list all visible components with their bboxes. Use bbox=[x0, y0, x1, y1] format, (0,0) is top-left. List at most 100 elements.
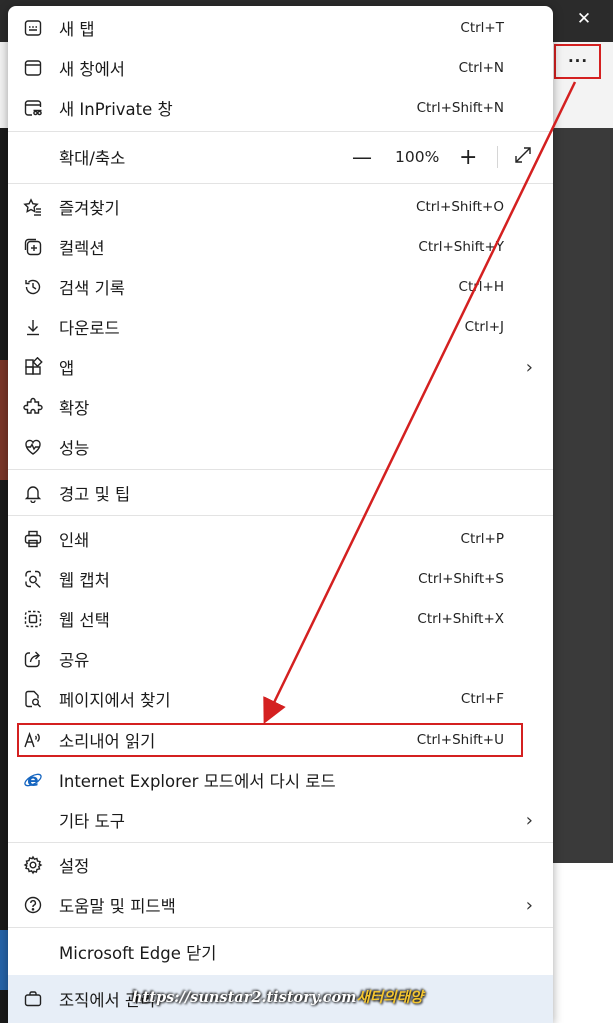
collections-icon bbox=[22, 236, 44, 258]
chevron-right-icon: › bbox=[525, 356, 533, 378]
gear-icon bbox=[22, 854, 44, 876]
chevron-right-icon: › bbox=[525, 809, 533, 831]
menu-item-label: 즐겨찾기 bbox=[59, 199, 120, 218]
extensions-icon bbox=[22, 396, 44, 418]
menu-item-shortcut: Ctrl+Shift+Y bbox=[418, 239, 504, 255]
page-background-lower bbox=[553, 863, 613, 1023]
menu-item-label: 인쇄 bbox=[59, 531, 90, 550]
settings-menu: 새 탭 Ctrl+T 새 창에서 Ctrl+N 새 InPrivate 창 Ct… bbox=[8, 6, 553, 1023]
zoom-level: 100% bbox=[395, 148, 440, 166]
menu-divider bbox=[8, 842, 553, 843]
menu-divider bbox=[8, 469, 553, 470]
web-select-icon bbox=[22, 608, 44, 630]
menu-item-extensions[interactable]: 확장 bbox=[8, 387, 553, 427]
menu-item-label: Internet Explorer 모드에서 다시 로드 bbox=[59, 772, 336, 791]
menu-item-label: 경고 및 팁 bbox=[59, 485, 131, 504]
menu-item-close-edge[interactable]: Microsoft Edge 닫기 bbox=[8, 932, 553, 972]
share-icon bbox=[22, 648, 44, 670]
menu-item-label: Microsoft Edge 닫기 bbox=[59, 944, 217, 963]
menu-item-label: 새 창에서 bbox=[59, 60, 125, 79]
menu-item-label: 페이지에서 찾기 bbox=[59, 691, 171, 710]
menu-item-ie-mode-reload[interactable]: e Internet Explorer 모드에서 다시 로드 bbox=[8, 760, 553, 800]
menu-item-favorites[interactable]: 즐겨찾기 Ctrl+Shift+O bbox=[8, 187, 553, 227]
menu-item-downloads[interactable]: 다운로드 Ctrl+J bbox=[8, 307, 553, 347]
favorites-icon bbox=[22, 196, 44, 218]
menu-item-new-tab[interactable]: 새 탭 Ctrl+T bbox=[8, 8, 553, 48]
web-capture-icon bbox=[22, 568, 44, 590]
watermark-name: 새터의태양 bbox=[356, 989, 424, 1006]
menu-item-new-window[interactable]: 새 창에서 Ctrl+N bbox=[8, 48, 553, 88]
page-background bbox=[553, 128, 613, 863]
menu-item-collections[interactable]: 컬렉션 Ctrl+Shift+Y bbox=[8, 227, 553, 267]
new-window-icon bbox=[22, 57, 44, 79]
menu-divider bbox=[8, 183, 553, 184]
menu-item-find-on-page[interactable]: 페이지에서 찾기 Ctrl+F bbox=[8, 679, 553, 719]
watermark: https://sunstar2.tistory.com새터의태양 bbox=[132, 986, 423, 1007]
menu-item-shortcut: Ctrl+F bbox=[460, 691, 504, 707]
menu-item-print[interactable]: 인쇄 Ctrl+P bbox=[8, 519, 553, 559]
chevron-right-icon: › bbox=[525, 894, 533, 916]
history-icon bbox=[22, 276, 44, 298]
highlight-box-more bbox=[554, 44, 601, 79]
zoom-out-button[interactable]: — bbox=[352, 145, 372, 169]
menu-item-shortcut: Ctrl+Shift+S bbox=[418, 571, 504, 587]
menu-item-label: 도움말 및 피드백 bbox=[59, 897, 176, 916]
menu-item-shortcut: Ctrl+N bbox=[458, 60, 504, 76]
menu-item-label: 다운로드 bbox=[59, 319, 120, 338]
page-background-accent-blue bbox=[0, 930, 8, 990]
menu-item-shortcut: Ctrl+Shift+O bbox=[416, 199, 504, 215]
menu-item-shortcut: Ctrl+T bbox=[460, 20, 504, 36]
print-icon bbox=[22, 528, 44, 550]
menu-item-apps[interactable]: 앱 › bbox=[8, 347, 553, 387]
page-background-left bbox=[0, 128, 8, 1023]
close-window-button[interactable]: ✕ bbox=[566, 4, 602, 34]
new-tab-icon bbox=[22, 17, 44, 39]
menu-item-label: 앱 bbox=[59, 359, 75, 378]
menu-divider bbox=[8, 131, 553, 132]
menu-item-shortcut: Ctrl+J bbox=[464, 319, 504, 335]
menu-divider bbox=[8, 515, 553, 516]
menu-item-zoom: 확대/축소 — 100% + bbox=[8, 136, 553, 178]
menu-item-new-inprivate[interactable]: 새 InPrivate 창 Ctrl+Shift+N bbox=[8, 88, 553, 128]
menu-item-label: 웹 선택 bbox=[59, 611, 110, 630]
menu-item-label: 웹 캡처 bbox=[59, 571, 110, 590]
menu-item-web-select[interactable]: 웹 선택 Ctrl+Shift+X bbox=[8, 599, 553, 639]
menu-item-history[interactable]: 검색 기록 Ctrl+H bbox=[8, 267, 553, 307]
menu-item-label: 확대/축소 bbox=[59, 149, 126, 168]
inprivate-icon bbox=[22, 97, 44, 119]
menu-item-label: 새 탭 bbox=[59, 20, 95, 39]
zoom-divider bbox=[497, 146, 498, 168]
menu-item-label: 검색 기록 bbox=[59, 279, 125, 298]
menu-item-label: 기타 도구 bbox=[59, 812, 125, 831]
highlight-box-read-aloud bbox=[17, 723, 523, 757]
page-background-accent bbox=[0, 360, 8, 480]
menu-item-performance[interactable]: 성능 bbox=[8, 427, 553, 467]
menu-item-alerts-and-tips[interactable]: 경고 및 팁 bbox=[8, 473, 553, 513]
help-icon bbox=[22, 894, 44, 916]
bell-icon bbox=[22, 482, 44, 504]
briefcase-icon bbox=[22, 988, 44, 1010]
zoom-in-button[interactable]: + bbox=[459, 145, 477, 170]
menu-item-label: 설정 bbox=[59, 857, 90, 876]
menu-divider bbox=[8, 927, 553, 928]
ie-icon: e bbox=[22, 769, 44, 791]
menu-item-more-tools[interactable]: 기타 도구 › bbox=[8, 800, 553, 840]
menu-item-help-and-feedback[interactable]: 도움말 및 피드백 › bbox=[8, 885, 553, 925]
menu-item-shortcut: Ctrl+P bbox=[460, 531, 504, 547]
watermark-url: https://sunstar2.tistory.com bbox=[132, 989, 357, 1006]
menu-item-shortcut: Ctrl+Shift+X bbox=[417, 611, 504, 627]
menu-item-share[interactable]: 공유 bbox=[8, 639, 553, 679]
apps-icon bbox=[22, 356, 44, 378]
find-icon bbox=[22, 688, 44, 710]
download-icon bbox=[22, 316, 44, 338]
menu-item-label: 새 InPrivate 창 bbox=[59, 100, 173, 119]
menu-item-shortcut: Ctrl+H bbox=[458, 279, 504, 295]
menu-item-label: 성능 bbox=[59, 439, 90, 458]
menu-item-label: 확장 bbox=[59, 399, 90, 418]
menu-item-shortcut: Ctrl+Shift+N bbox=[416, 100, 504, 116]
performance-icon bbox=[22, 436, 44, 458]
menu-item-settings[interactable]: 설정 bbox=[8, 845, 553, 885]
menu-item-label: 컬렉션 bbox=[59, 239, 105, 258]
fullscreen-icon[interactable] bbox=[513, 145, 533, 169]
menu-item-web-capture[interactable]: 웹 캡처 Ctrl+Shift+S bbox=[8, 559, 553, 599]
